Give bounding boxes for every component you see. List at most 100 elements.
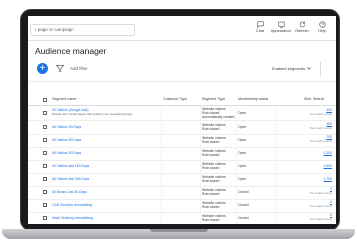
segment-type: Website visitors Rule-based xyxy=(202,175,226,183)
segment-type: Website visitors Rule-based xyxy=(202,149,226,157)
size-search: 1,200 xyxy=(286,151,333,155)
row-checkbox[interactable] xyxy=(43,138,47,142)
select-all-checkbox[interactable] xyxy=(43,98,47,102)
size-value-link[interactable]: 1,800 xyxy=(286,164,333,168)
size-search: 1,800 xyxy=(286,164,333,168)
segment-type: Website visitors Rule-based xyxy=(202,123,226,131)
membership-status: Open xyxy=(238,138,247,142)
refresh-icon xyxy=(299,21,305,28)
segment-type: Website visitors Rule-based xyxy=(202,162,226,170)
membership-status: Open xyxy=(238,177,247,181)
row-checkbox[interactable] xyxy=(43,190,47,194)
table-row[interactable]: Dash Ordering remarketing Website visitor… xyxy=(28,212,336,224)
search-input[interactable]: r page or campaign xyxy=(30,24,135,36)
segment-type-line: Rule-based xyxy=(202,127,220,131)
table-row[interactable]: All Visitors 90 Days Website visitors Rule… xyxy=(28,147,336,161)
size-search: 0 Too small to serve xyxy=(286,213,332,221)
column-header-size-search[interactable]: Size: Search xyxy=(304,97,324,101)
chevron-down-icon xyxy=(307,67,312,70)
segment-type: Website visitors Rule-based xyxy=(202,136,226,144)
segment-type-line: Automatically created xyxy=(202,115,235,119)
segment-type: Website visitors Rule-based Automatically … xyxy=(202,107,234,119)
add-segment-button[interactable]: + xyxy=(37,63,48,74)
help-button[interactable]: Help xyxy=(311,21,333,33)
chat-icon xyxy=(256,21,264,28)
help-icon xyxy=(318,21,326,28)
segment-name-link[interactable]: All Books Last 30 Days xyxy=(52,190,87,194)
divider xyxy=(320,62,321,76)
size-search: 0 Too small to serve xyxy=(286,200,332,208)
appearance-icon xyxy=(277,21,285,28)
membership-status: Open xyxy=(238,151,247,155)
camera-notch xyxy=(161,10,197,16)
size-note: Too small to serve xyxy=(309,126,332,130)
table-row[interactable]: All Visitors 60 Days Website visitors Rule… xyxy=(28,134,336,148)
refresh-label: Refresh xyxy=(295,29,309,33)
screen: r page or campaign Chat Appearance Refre… xyxy=(28,16,336,224)
segment-name-link[interactable]: All Visitors 30 Days xyxy=(52,125,81,129)
segment-name-link[interactable]: Dash Ordering remarketing xyxy=(52,216,93,220)
appearance-label: Appearance xyxy=(270,29,292,33)
row-checkbox[interactable] xyxy=(43,216,47,220)
segment-type: Website visitors Rule-based xyxy=(202,188,226,196)
segment-name-link[interactable]: CAD Services remarketing xyxy=(52,203,92,207)
action-bar: + Add filter Enabled segments xyxy=(28,58,336,82)
size-value-link[interactable]: 1,200 xyxy=(286,151,333,155)
add-filter-button[interactable]: Add filter xyxy=(70,66,88,71)
size-search: 0 Too small to serve xyxy=(286,187,332,195)
laptop-frame: r page or campaign Chat Appearance Refre… xyxy=(0,0,357,250)
size-note: Too small to serve xyxy=(309,191,332,195)
row-checkbox[interactable] xyxy=(43,164,47,168)
segment-type-line: Rule-based xyxy=(202,192,220,196)
membership-status: Open xyxy=(238,164,247,168)
membership-status: Closed xyxy=(238,190,249,194)
segment-name-link[interactable]: All Visitors last 365 Days xyxy=(52,177,89,181)
column-header-membership-status[interactable]: Membership status xyxy=(238,97,268,101)
membership-status: Open xyxy=(238,111,247,115)
chat-button[interactable]: Chat xyxy=(249,21,271,33)
segment-type-line: Rule-based xyxy=(202,205,220,209)
enabled-segments-dropdown[interactable]: Enabled segments xyxy=(272,66,312,71)
refresh-button[interactable]: Refresh xyxy=(291,21,313,33)
table-row[interactable]: All Visitors last 365 Days Website visito… xyxy=(28,173,336,187)
segment-type: Website visitors Rule-based xyxy=(202,201,226,209)
size-note: Too small to serve xyxy=(309,217,332,221)
size-note: Too small to serve xyxy=(309,139,332,143)
size-value-link[interactable]: 1,700 xyxy=(286,177,333,181)
row-checkbox[interactable] xyxy=(43,111,47,115)
filter-icon[interactable] xyxy=(56,65,64,72)
membership-status: Closed xyxy=(238,216,249,220)
top-bar: r page or campaign Chat Appearance Refre… xyxy=(28,16,336,41)
size-note: Too small to serve xyxy=(309,112,332,116)
column-header-segment-type[interactable]: Segment Type xyxy=(202,97,225,101)
column-header-segment-name[interactable]: Segment name xyxy=(52,97,76,101)
appearance-button[interactable]: Appearance xyxy=(270,21,292,33)
segment-description: People who visited pages that contain yo… xyxy=(52,112,133,116)
column-header-customer-type[interactable]: Customer Type xyxy=(163,97,187,101)
laptop-base-groove xyxy=(150,229,208,232)
size-search: 390 Too small to serve xyxy=(286,122,332,130)
membership-status: Open xyxy=(238,125,247,129)
segment-type-line: Rule-based xyxy=(202,166,220,170)
page-title: Audience manager xyxy=(35,46,107,56)
table-row[interactable]: All Books Last 30 Days Website visitors Ru… xyxy=(28,186,336,200)
row-checkbox[interactable] xyxy=(43,177,47,181)
enabled-segments-label: Enabled segments xyxy=(272,66,306,71)
table-row[interactable]: All Visitors 30 Days Website visitors Rule… xyxy=(28,121,336,135)
table-row[interactable]: All Visitors last 180 Days Website visito… xyxy=(28,160,336,174)
help-label: Help xyxy=(318,29,326,33)
row-checkbox[interactable] xyxy=(43,203,47,207)
table-row[interactable]: All Visitors (Google Ads) People who visi… xyxy=(28,107,336,121)
segment-type-line: Rule-based xyxy=(202,153,220,157)
table-row[interactable]: CAD Services remarketing Website visitors… xyxy=(28,199,336,213)
row-checkbox[interactable] xyxy=(43,125,47,129)
segment-name-link[interactable]: All Visitors 90 Days xyxy=(52,151,81,155)
segment-type-line: Rule-based xyxy=(202,218,220,222)
row-checkbox[interactable] xyxy=(43,151,47,155)
size-search: 700 Too small to serve xyxy=(286,135,332,143)
size-search: 1,700 xyxy=(286,177,333,181)
size-note: Too small to serve xyxy=(309,204,332,208)
segment-type-line: Rule-based xyxy=(202,140,220,144)
segment-name-link[interactable]: All Visitors 60 Days xyxy=(52,138,81,142)
segment-name-link[interactable]: All Visitors last 180 Days xyxy=(52,164,89,168)
